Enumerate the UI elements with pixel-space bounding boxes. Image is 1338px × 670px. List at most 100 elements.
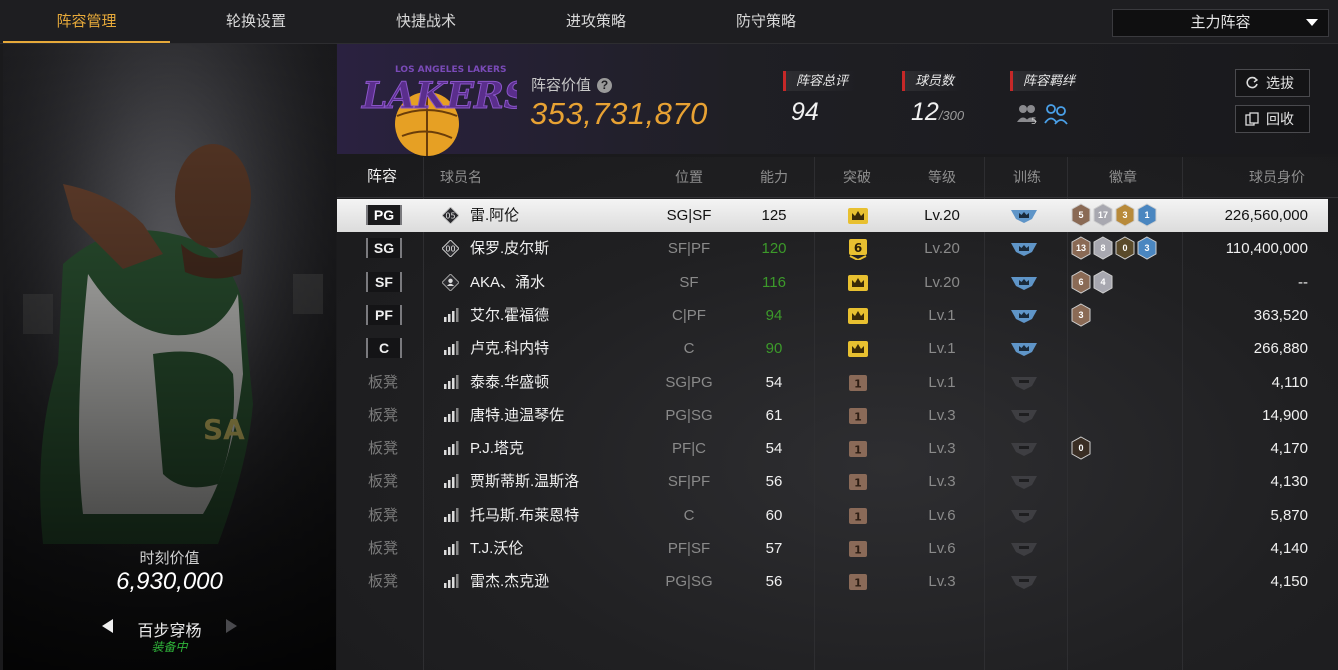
table-header: 阵容 球员名 位置 能力 突破 等级 训练 徽章 球员身价 — [337, 157, 1338, 198]
table-row[interactable]: 板凳 贾斯蒂斯.温斯洛 SF|PF 56 1 Lv.3 4,130 — [337, 465, 1328, 498]
table-row[interactable]: 板凳 P.J.塔克 PF|C 54 1 Lv.3 0 4,170 — [337, 432, 1328, 465]
player-position: SF — [679, 273, 699, 291]
badge-icon: 8 — [1093, 236, 1113, 260]
player-value: 4,130 — [1270, 473, 1308, 491]
training-locked-icon — [1011, 543, 1037, 556]
player-value: 4,170 — [1270, 440, 1308, 458]
table-row[interactable]: 板凳 托马斯.布莱恩特 C 60 1 Lv.6 5,870 — [337, 499, 1328, 532]
top-tab-bar: 阵容管理 轮换设置 快捷战术 进攻策略 防守策略 主力阵容 — [0, 0, 1338, 44]
col-badges: 徽章 — [1109, 169, 1137, 185]
breakthrough-level-icon: 6 — [849, 239, 867, 261]
tab-offense-strategy[interactable]: 进攻策略 — [511, 0, 681, 43]
tab-rotation-settings[interactable]: 轮换设置 — [171, 0, 341, 43]
player-name: 保罗.皮尔斯 — [470, 240, 550, 258]
player-position: PF|SF — [667, 540, 711, 557]
crown-icon — [848, 208, 868, 224]
player-name: 雷杰.杰克逊 — [470, 573, 550, 591]
breakthrough-level-icon: 1 — [849, 474, 867, 491]
badge-icon: 13 — [1071, 236, 1091, 260]
player-level: Lv.3 — [928, 406, 956, 424]
signal-bars-icon — [444, 441, 459, 456]
player-name: T.J.沃伦 — [470, 540, 524, 557]
table-row[interactable]: PF 艾尔.霍福德 C|PF 94 Lv.1 3 363,520 — [337, 299, 1328, 332]
badge-count: 4 — [1100, 276, 1106, 287]
bond-label: 阵容羁绊 — [1010, 71, 1084, 91]
player-level: Lv.1 — [928, 340, 956, 358]
slot-position-badge: SG — [366, 238, 402, 259]
table-row[interactable]: 板凳 雷杰.杰克逊 PG|SG 56 1 Lv.3 4,150 — [337, 565, 1328, 598]
tab-quick-tactics[interactable]: 快捷战术 — [341, 0, 511, 43]
player-count: 12/300 — [911, 98, 965, 126]
table-row[interactable]: 板凳 泰泰.华盛顿 SG|PG 54 1 Lv.1 4,110 — [337, 366, 1328, 399]
player-level: Lv.3 — [928, 473, 956, 491]
player-position: SF|PF — [667, 240, 711, 258]
player-name: 托马斯.布莱恩特 — [470, 506, 580, 524]
select-button[interactable]: 选拔 — [1235, 69, 1310, 97]
table-row[interactable]: C 卢克.科内特 C 90 Lv.1 266,880 — [337, 332, 1328, 365]
player-value: 4,150 — [1270, 573, 1308, 591]
tab-lineup-management[interactable]: 阵容管理 — [3, 0, 170, 43]
training-crown-icon — [1011, 343, 1037, 357]
svg-text:LAKERS: LAKERS — [361, 75, 517, 117]
featured-player-card[interactable]: SA 时刻价值 6,930,000 百步穿杨 装备中 — [3, 44, 336, 670]
player-count-label: 球员数 — [902, 71, 963, 91]
badge-count: 0 — [1122, 243, 1128, 254]
player-level: Lv.20 — [924, 240, 960, 258]
signal-bars-icon — [444, 574, 459, 589]
player-ability: 61 — [765, 406, 783, 424]
slot-position-badge: SF — [366, 271, 402, 292]
training-crown-icon — [1011, 243, 1037, 257]
table-row[interactable]: SG 00 保罗.皮尔斯 SF|PF 120 6 Lv.20 13 8 0 3 110,400,000 — [337, 232, 1328, 265]
player-ability: 56 — [765, 573, 783, 591]
player-level: Lv.3 — [928, 573, 956, 591]
player-name: 唐特.迪温琴佐 — [470, 406, 565, 424]
player-position: PF|C — [672, 440, 706, 458]
signal-bars-icon — [444, 374, 459, 389]
player-ability: 90 — [765, 340, 783, 358]
training-locked-icon — [1011, 376, 1037, 390]
svg-text:1: 1 — [854, 377, 862, 390]
svg-text:1: 1 — [854, 444, 862, 457]
lineup-value: 353,731,870 — [530, 96, 708, 131]
svg-text:1: 1 — [854, 510, 862, 523]
roster-table: 阵容 球员名 位置 能力 突破 等级 训练 徽章 球员身价 PG 05 雷.阿伦 SG… — [337, 157, 1338, 670]
player-name: 泰泰.华盛顿 — [470, 373, 550, 391]
bond-active-icon — [1044, 104, 1068, 125]
training-locked-icon — [1011, 576, 1037, 590]
player-level: Lv.3 — [928, 440, 956, 458]
user-icon — [442, 273, 459, 291]
slot-bench-label: 板凳 — [367, 406, 398, 424]
signal-bars-icon — [444, 474, 459, 489]
lineup-dropdown[interactable]: 主力阵容 — [1112, 9, 1329, 37]
bond-icons[interactable]: 5 — [1017, 102, 1077, 126]
player-ability: 57 — [765, 540, 783, 557]
table-row[interactable]: SF AKA、涌水 SF 116 Lv.20 6 4 -- — [337, 266, 1328, 299]
table-row[interactable]: 板凳 T.J.沃伦 PF|SF 57 1 Lv.6 4,140 — [337, 532, 1328, 565]
bond-count: 5 — [1031, 117, 1037, 126]
player-ability: 120 — [761, 240, 787, 258]
player-level: Lv.6 — [928, 506, 956, 524]
lineup-value-label: 阵容价值? — [531, 74, 613, 95]
badge-icon: 3 — [1071, 303, 1091, 327]
slot-bench-label: 板凳 — [367, 540, 398, 557]
table-row[interactable]: 板凳 唐特.迪温琴佐 PG|SG 61 1 Lv.3 14,900 — [337, 399, 1328, 432]
col-level: 等级 — [928, 169, 956, 185]
help-icon[interactable]: ? — [597, 78, 613, 93]
player-name: 雷.阿伦 — [470, 207, 520, 224]
lineup-summary-header: LAKERS LOS ANGELES LAKERS 阵容价值? 353,731,… — [337, 44, 1338, 156]
player-value: 226,560,000 — [1224, 207, 1308, 224]
badge-count: 5 — [1078, 210, 1084, 220]
chevron-down-icon — [1306, 19, 1318, 26]
player-ability: 54 — [765, 440, 783, 458]
training-crown-icon — [1011, 210, 1037, 223]
table-row[interactable]: PG 05 雷.阿伦 SG|SF 125 Lv.20 5 17 3 1 226,560,000 — [337, 199, 1328, 232]
next-arrow-icon[interactable] — [226, 619, 237, 633]
player-position: PG|SG — [665, 573, 713, 591]
player-ability: 116 — [762, 273, 786, 291]
recycle-button[interactable]: 回收 — [1235, 105, 1310, 133]
badge-icon: 0 — [1115, 236, 1135, 260]
badge-icon: 0 — [1071, 436, 1091, 460]
slot-bench-label: 板凳 — [367, 373, 398, 391]
tab-defense-strategy[interactable]: 防守策略 — [681, 0, 851, 43]
breakthrough-level-icon: 1 — [849, 541, 867, 557]
